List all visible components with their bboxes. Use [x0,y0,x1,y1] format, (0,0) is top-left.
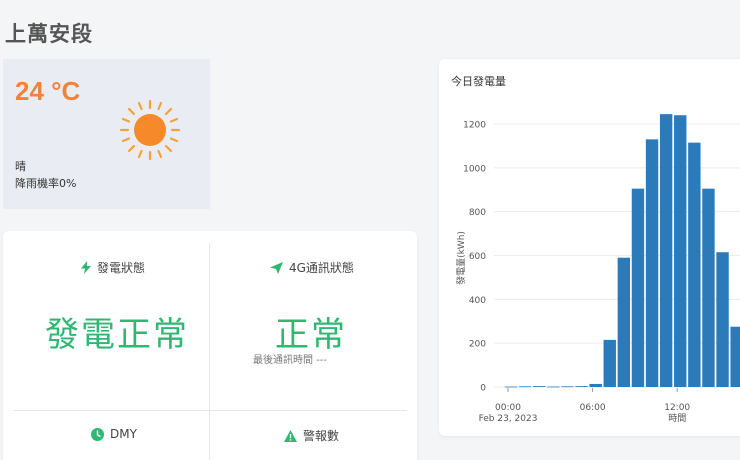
temperature: 24 °C [15,76,81,106]
generation-bar-chart: 0 200 400 600 800 1000 1200 00:00 06:00 12:00 Feb … [455,114,740,424]
bar [504,386,518,388]
weather-card: 24 °C 晴 降雨機率0% [3,59,210,209]
y-tick-label: 800 [469,208,486,218]
weather-condition: 晴 [15,160,26,173]
x-tick-label: 06:00 [580,403,606,413]
bar [716,252,729,387]
send-icon [270,261,283,274]
comm-status-text: 4G通訊狀態 [289,261,354,275]
rain-chance: 降雨機率0% [15,177,77,190]
bar [518,386,532,388]
bar [631,188,645,387]
bar [645,139,659,387]
page-title: 上萬安段 [5,22,93,46]
bar [561,386,574,388]
x-axis-label: 時間 [668,413,686,424]
power-status-label: 發電狀態 [81,259,145,276]
comm-status-value: 正常 [275,315,347,355]
y-axis-label: 發電量(kWh) [455,231,467,285]
vertical-divider [209,243,210,460]
bar [575,386,588,387]
x-tick-label: 12:00 [664,403,690,413]
y-tick-label: 600 [469,252,486,262]
chart-card: 今日發電量 0 200 400 600 800 1000 1200 00:00 06:00 12:… [439,59,740,436]
bar [730,326,740,387]
y-tick-label: 1000 [463,164,486,174]
alarm-count-text: 警報數 [303,429,340,443]
dmy-text: DMY [110,427,137,441]
sun-icon [119,99,181,161]
horizontal-divider [13,410,407,411]
bar [547,386,560,388]
x-tick-label: 00:00 [495,403,521,413]
bar [674,115,687,387]
y-tick-label: 0 [480,384,486,394]
y-tick-label: 200 [469,340,486,350]
bar [688,142,701,387]
bar [617,257,631,387]
alarm-count-label: 警報數 [284,427,339,444]
last-comm-time: 最後通訊時間 --- [253,355,328,366]
y-tick-label: 1200 [463,121,486,131]
bar [702,188,715,387]
status-card: 發電狀態 發電正常 4G通訊狀態 正常 最後通訊時間 --- DMY 警報數 [3,231,417,460]
bar [659,114,673,387]
power-status-value: 發電正常 [45,315,189,355]
y-tick-label: 400 [469,296,486,306]
bar [589,383,602,387]
comm-status-label: 4G通訊狀態 [270,259,354,276]
bar [533,386,546,387]
warning-icon [284,429,297,442]
x-tick-sublabel: Feb 23, 2023 [479,414,538,424]
clock-icon [91,427,104,441]
lightning-icon [81,261,91,274]
bar [603,339,616,387]
power-status-text: 發電狀態 [97,261,146,275]
dmy-label: DMY [91,427,137,441]
